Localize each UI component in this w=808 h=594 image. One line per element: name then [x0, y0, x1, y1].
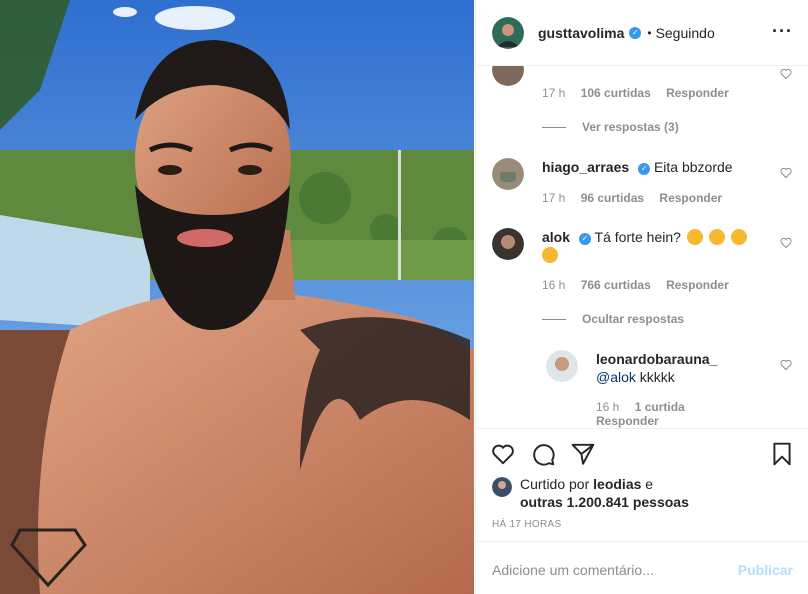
liker-username[interactable]: leodias: [593, 476, 641, 492]
verified-badge-icon: ✓: [578, 233, 591, 245]
comment-likes[interactable]: 1 curtida: [635, 400, 685, 414]
post-header: gusttavolima ✓ • Seguindo ···: [476, 0, 808, 66]
comment-like-heart-icon[interactable]: [780, 167, 792, 179]
clapping-hands-emoji-icon: [708, 229, 725, 245]
liker-avatar[interactable]: [492, 477, 512, 497]
view-replies-label: Ver respostas (3): [582, 120, 679, 134]
commenter-avatar[interactable]: [492, 66, 524, 86]
verified-badge-icon: ✓: [638, 163, 651, 175]
clapping-hands-emoji-icon: [542, 247, 558, 263]
heart-icon[interactable]: [490, 441, 516, 467]
commenter-avatar[interactable]: [492, 158, 524, 190]
comment-mention[interactable]: @alok: [596, 369, 636, 385]
comment-username[interactable]: hiago_arraes: [542, 159, 629, 175]
comment-time: 16 h: [542, 278, 566, 292]
comment-time: 17 h: [542, 191, 566, 205]
publish-button[interactable]: Publicar: [738, 562, 793, 578]
likes-prefix: Curtido por: [520, 476, 590, 492]
comment-icon[interactable]: [530, 441, 556, 467]
comment-meta: 16 h 1 curtida Responder: [596, 400, 697, 428]
comment-like-heart-icon[interactable]: [780, 359, 792, 371]
view-replies-toggle[interactable]: Ver respostas (3): [542, 120, 679, 134]
commenter-avatar[interactable]: [546, 350, 578, 382]
bookmark-icon[interactable]: [769, 441, 795, 467]
add-comment-bar: Adicione um comentário... Publicar: [476, 541, 808, 594]
comment-meta: 17 h 106 curtidas Responder: [542, 86, 741, 100]
comment-username[interactable]: leonardobarauna_: [596, 351, 717, 367]
comment-likes[interactable]: 766 curtidas: [581, 278, 651, 292]
post-photo[interactable]: [0, 0, 474, 594]
share-icon[interactable]: [570, 441, 596, 467]
header-separator: •: [647, 25, 652, 40]
likes-others-link[interactable]: outras 1.200.841 pessoas: [520, 494, 689, 510]
likes-text: Curtido por leodias e outras 1.200.841 p…: [520, 475, 689, 511]
post-timestamp[interactable]: HÁ 17 HORAS: [492, 519, 561, 530]
author-username[interactable]: gusttavolima: [538, 25, 624, 41]
comment-text: kkkkk: [639, 369, 675, 385]
flexed-biceps-emoji-icon: [686, 229, 703, 245]
reply-button[interactable]: Responder: [666, 86, 729, 100]
comment-likes[interactable]: 96 curtidas: [581, 191, 644, 205]
author-avatar[interactable]: [492, 16, 524, 49]
comment-like-heart-icon[interactable]: [780, 68, 792, 80]
comment-likes[interactable]: 106 curtidas: [581, 86, 651, 100]
likes-connector: e: [645, 476, 654, 492]
hide-replies-toggle[interactable]: Ocultar respostas: [542, 312, 684, 326]
comment-time: 17 h: [542, 86, 566, 100]
follow-status-button[interactable]: Seguindo: [656, 25, 715, 41]
comment-like-heart-icon[interactable]: [780, 237, 792, 249]
comment-input[interactable]: Adicione um comentário...: [492, 562, 654, 578]
post-side-panel: gusttavolima ✓ • Seguindo ··· 17 h 106 c…: [475, 0, 808, 594]
reply-button[interactable]: Responder: [666, 278, 729, 292]
comment-username[interactable]: alok: [542, 229, 570, 245]
thread-line: [542, 318, 566, 320]
comments-list[interactable]: 17 h 106 curtidas Responder Ver resposta…: [476, 66, 808, 428]
comment-body: leonardobarauna_ @alok kkkkk: [596, 350, 756, 386]
post-actions: Curtido por leodias e outras 1.200.841 p…: [476, 428, 808, 594]
comment-meta: 16 h 766 curtidas Responder: [542, 278, 741, 292]
comment-meta: 17 h 96 curtidas Responder: [542, 191, 734, 205]
comment-text: Eita bbzorde: [653, 159, 733, 175]
clapping-hands-emoji-icon: [730, 229, 747, 245]
hide-replies-label: Ocultar respostas: [582, 312, 685, 326]
comment-body: alok ✓ Tá forte hein?: [542, 228, 762, 264]
reply-button[interactable]: Responder: [596, 414, 659, 428]
comment-text: Tá forte hein?: [594, 229, 681, 245]
reply-button[interactable]: Responder: [659, 191, 722, 205]
more-options-icon[interactable]: ···: [772, 22, 793, 40]
selfie-photo: [0, 0, 474, 594]
comment-time: 16 h: [596, 400, 620, 414]
commenter-avatar[interactable]: [492, 228, 524, 260]
comment-body: hiago_arraes ✓ Eita bbzorde: [542, 158, 762, 176]
verified-badge-icon: ✓: [629, 26, 642, 39]
thread-line: [542, 126, 566, 128]
